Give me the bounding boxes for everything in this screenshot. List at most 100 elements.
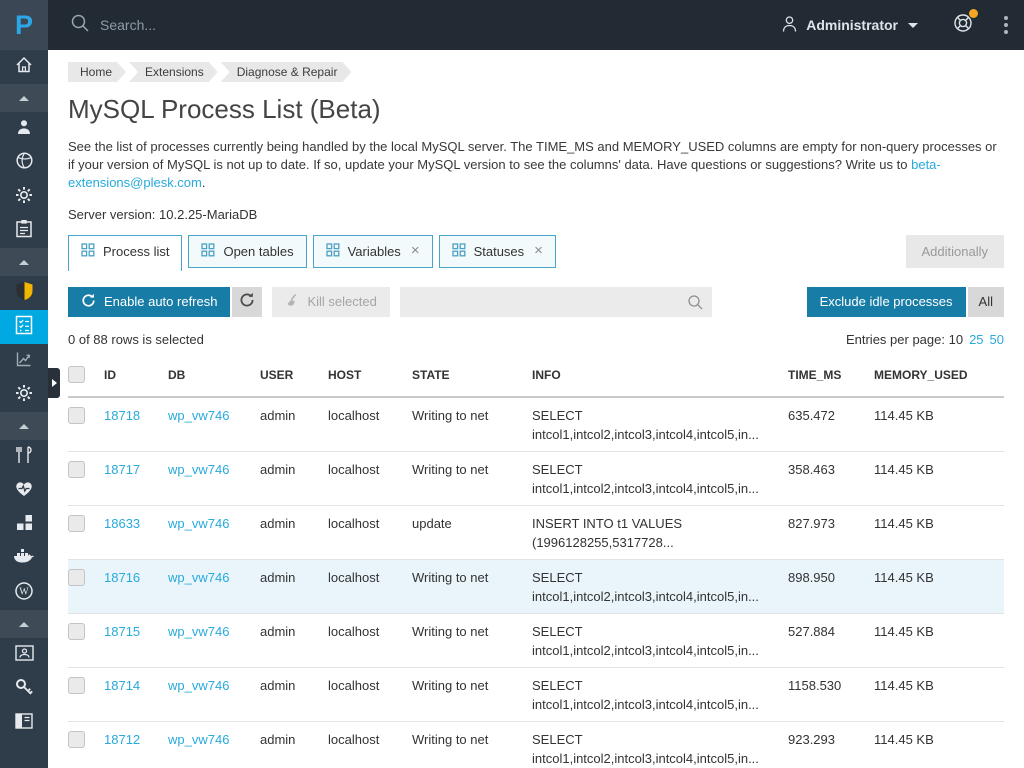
user-cell: admin xyxy=(260,559,328,613)
db-link[interactable]: wp_vw746 xyxy=(168,516,229,531)
additionally-button[interactable]: Additionally xyxy=(906,235,1005,268)
breadcrumb-home[interactable]: Home xyxy=(68,62,126,82)
kebab-menu-icon[interactable] xyxy=(1004,23,1008,27)
sidebar-item-docker[interactable] xyxy=(0,542,48,576)
refresh-icon xyxy=(239,292,255,311)
help-button[interactable] xyxy=(952,12,974,39)
sidebar-flyout-handle[interactable] xyxy=(48,368,60,398)
state-cell: Writing to net xyxy=(412,721,532,768)
time-ms-cell: 358.463 xyxy=(788,451,874,505)
sidebar-item-keys[interactable] xyxy=(0,672,48,706)
globe-icon xyxy=(15,151,34,175)
sidebar-item-tasks[interactable] xyxy=(0,214,48,248)
select-all-checkbox[interactable] xyxy=(68,366,85,383)
sidebar-item-home[interactable] xyxy=(0,50,48,84)
sidebar-item-users[interactable] xyxy=(0,112,48,146)
row-checkbox[interactable] xyxy=(68,623,85,640)
sidebar-item-wordpress[interactable]: W xyxy=(0,576,48,610)
sidebar-item-tools-settings[interactable] xyxy=(0,378,48,412)
exclude-idle-processes-button[interactable]: Exclude idle processes xyxy=(807,287,966,317)
process-id-link[interactable]: 18714 xyxy=(104,678,140,693)
row-checkbox[interactable] xyxy=(68,461,85,478)
sidebar-item-utilities[interactable] xyxy=(0,440,48,474)
global-search xyxy=(70,13,781,38)
sidebar-collapse-toggle[interactable] xyxy=(0,248,48,276)
sidebar-item-layout[interactable] xyxy=(0,706,48,740)
state-cell: Writing to net xyxy=(412,451,532,505)
plesk-logo[interactable]: P xyxy=(0,0,48,50)
column-header-info: INFO xyxy=(532,357,788,397)
row-checkbox[interactable] xyxy=(68,515,85,532)
tab-variables[interactable]: Variables × xyxy=(313,235,433,268)
entries-25-link[interactable]: 25 xyxy=(969,332,983,347)
caret-up-icon xyxy=(19,622,29,627)
person-icon xyxy=(15,118,33,141)
all-processes-button[interactable]: All xyxy=(968,287,1004,317)
info-cell: SELECTintcol1,intcol2,intcol3,intcol4,in… xyxy=(532,559,788,613)
close-icon[interactable]: × xyxy=(534,245,543,257)
row-checkbox[interactable] xyxy=(68,731,85,748)
breadcrumb-extensions[interactable]: Extensions xyxy=(129,62,218,82)
sidebar-collapse-toggle[interactable] xyxy=(0,610,48,638)
sidebar-collapse-toggle[interactable] xyxy=(0,84,48,112)
global-search-input[interactable] xyxy=(100,17,500,33)
docker-whale-icon xyxy=(13,548,35,570)
time-ms-cell: 527.884 xyxy=(788,613,874,667)
host-cell: localhost xyxy=(328,451,412,505)
tab-process-list[interactable]: Process list xyxy=(68,235,182,271)
db-link[interactable]: wp_vw746 xyxy=(168,732,229,747)
enable-auto-refresh-button[interactable]: Enable auto refresh xyxy=(68,287,230,317)
idle-filter-segment: Exclude idle processes All xyxy=(807,287,1004,317)
sidebar-nav: W xyxy=(0,50,48,768)
info-line2: intcol1,intcol2,intcol3,intcol4,intcol5,… xyxy=(532,481,780,496)
chevron-right-icon xyxy=(52,379,57,387)
process-id-link[interactable]: 18718 xyxy=(104,408,140,423)
process-id-link[interactable]: 18633 xyxy=(104,516,140,531)
search-icon xyxy=(70,13,90,38)
refresh-button[interactable] xyxy=(232,287,262,317)
db-link[interactable]: wp_vw746 xyxy=(168,678,229,693)
db-link[interactable]: wp_vw746 xyxy=(168,570,229,585)
sidebar-item-domains[interactable] xyxy=(0,146,48,180)
table-filter xyxy=(400,287,712,317)
row-checkbox[interactable] xyxy=(68,407,85,424)
process-id-link[interactable]: 18712 xyxy=(104,732,140,747)
line-chart-icon xyxy=(14,349,34,374)
info-cell: INSERT INTO t1 VALUES(1996128255,5317728… xyxy=(532,505,788,559)
checklist-icon xyxy=(15,315,33,340)
db-link[interactable]: wp_vw746 xyxy=(168,624,229,639)
sidebar-collapse-toggle[interactable] xyxy=(0,412,48,440)
db-link[interactable]: wp_vw746 xyxy=(168,408,229,423)
tab-open-tables[interactable]: Open tables xyxy=(188,235,306,268)
sidebar-item-extensions[interactable] xyxy=(0,508,48,542)
user-menu[interactable]: Administrator xyxy=(781,15,918,36)
db-link[interactable]: wp_vw746 xyxy=(168,462,229,477)
top-right-controls: Administrator xyxy=(781,12,1008,39)
sidebar-item-health-monitor[interactable] xyxy=(0,474,48,508)
sidebar-item-backup[interactable] xyxy=(0,638,48,672)
sidebar-item-statistics[interactable] xyxy=(0,344,48,378)
entries-50-link[interactable]: 50 xyxy=(990,332,1004,347)
info-line2: intcol1,intcol2,intcol3,intcol4,intcol5,… xyxy=(532,643,780,658)
info-line2: intcol1,intcol2,intcol3,intcol4,intcol5,… xyxy=(532,427,780,442)
close-icon[interactable]: × xyxy=(411,245,420,257)
table-filter-input[interactable] xyxy=(400,287,712,317)
sidebar-item-settings[interactable] xyxy=(0,180,48,214)
table-row: 18716 wp_vw746 admin localhost Writing t… xyxy=(68,559,1004,613)
button-label: Kill selected xyxy=(307,294,376,309)
process-id-link[interactable]: 18717 xyxy=(104,462,140,477)
sidebar-item-process-list[interactable] xyxy=(0,310,48,344)
home-icon xyxy=(14,55,34,80)
row-checkbox[interactable] xyxy=(68,677,85,694)
key-icon xyxy=(14,677,34,702)
toolbar: Enable auto refresh Kill selected Exclud… xyxy=(68,287,1004,317)
process-id-link[interactable]: 18716 xyxy=(104,570,140,585)
sidebar-item-security-advisor[interactable] xyxy=(0,276,48,310)
breadcrumb-diagnose-repair[interactable]: Diagnose & Repair xyxy=(221,62,352,82)
process-id-link[interactable]: 18715 xyxy=(104,624,140,639)
server-version: Server version: 10.2.25-MariaDB xyxy=(68,207,1004,222)
kill-selected-button[interactable]: Kill selected xyxy=(272,287,389,317)
row-checkbox[interactable] xyxy=(68,569,85,586)
user-name: Administrator xyxy=(806,17,898,33)
tab-statuses[interactable]: Statuses × xyxy=(439,235,556,268)
